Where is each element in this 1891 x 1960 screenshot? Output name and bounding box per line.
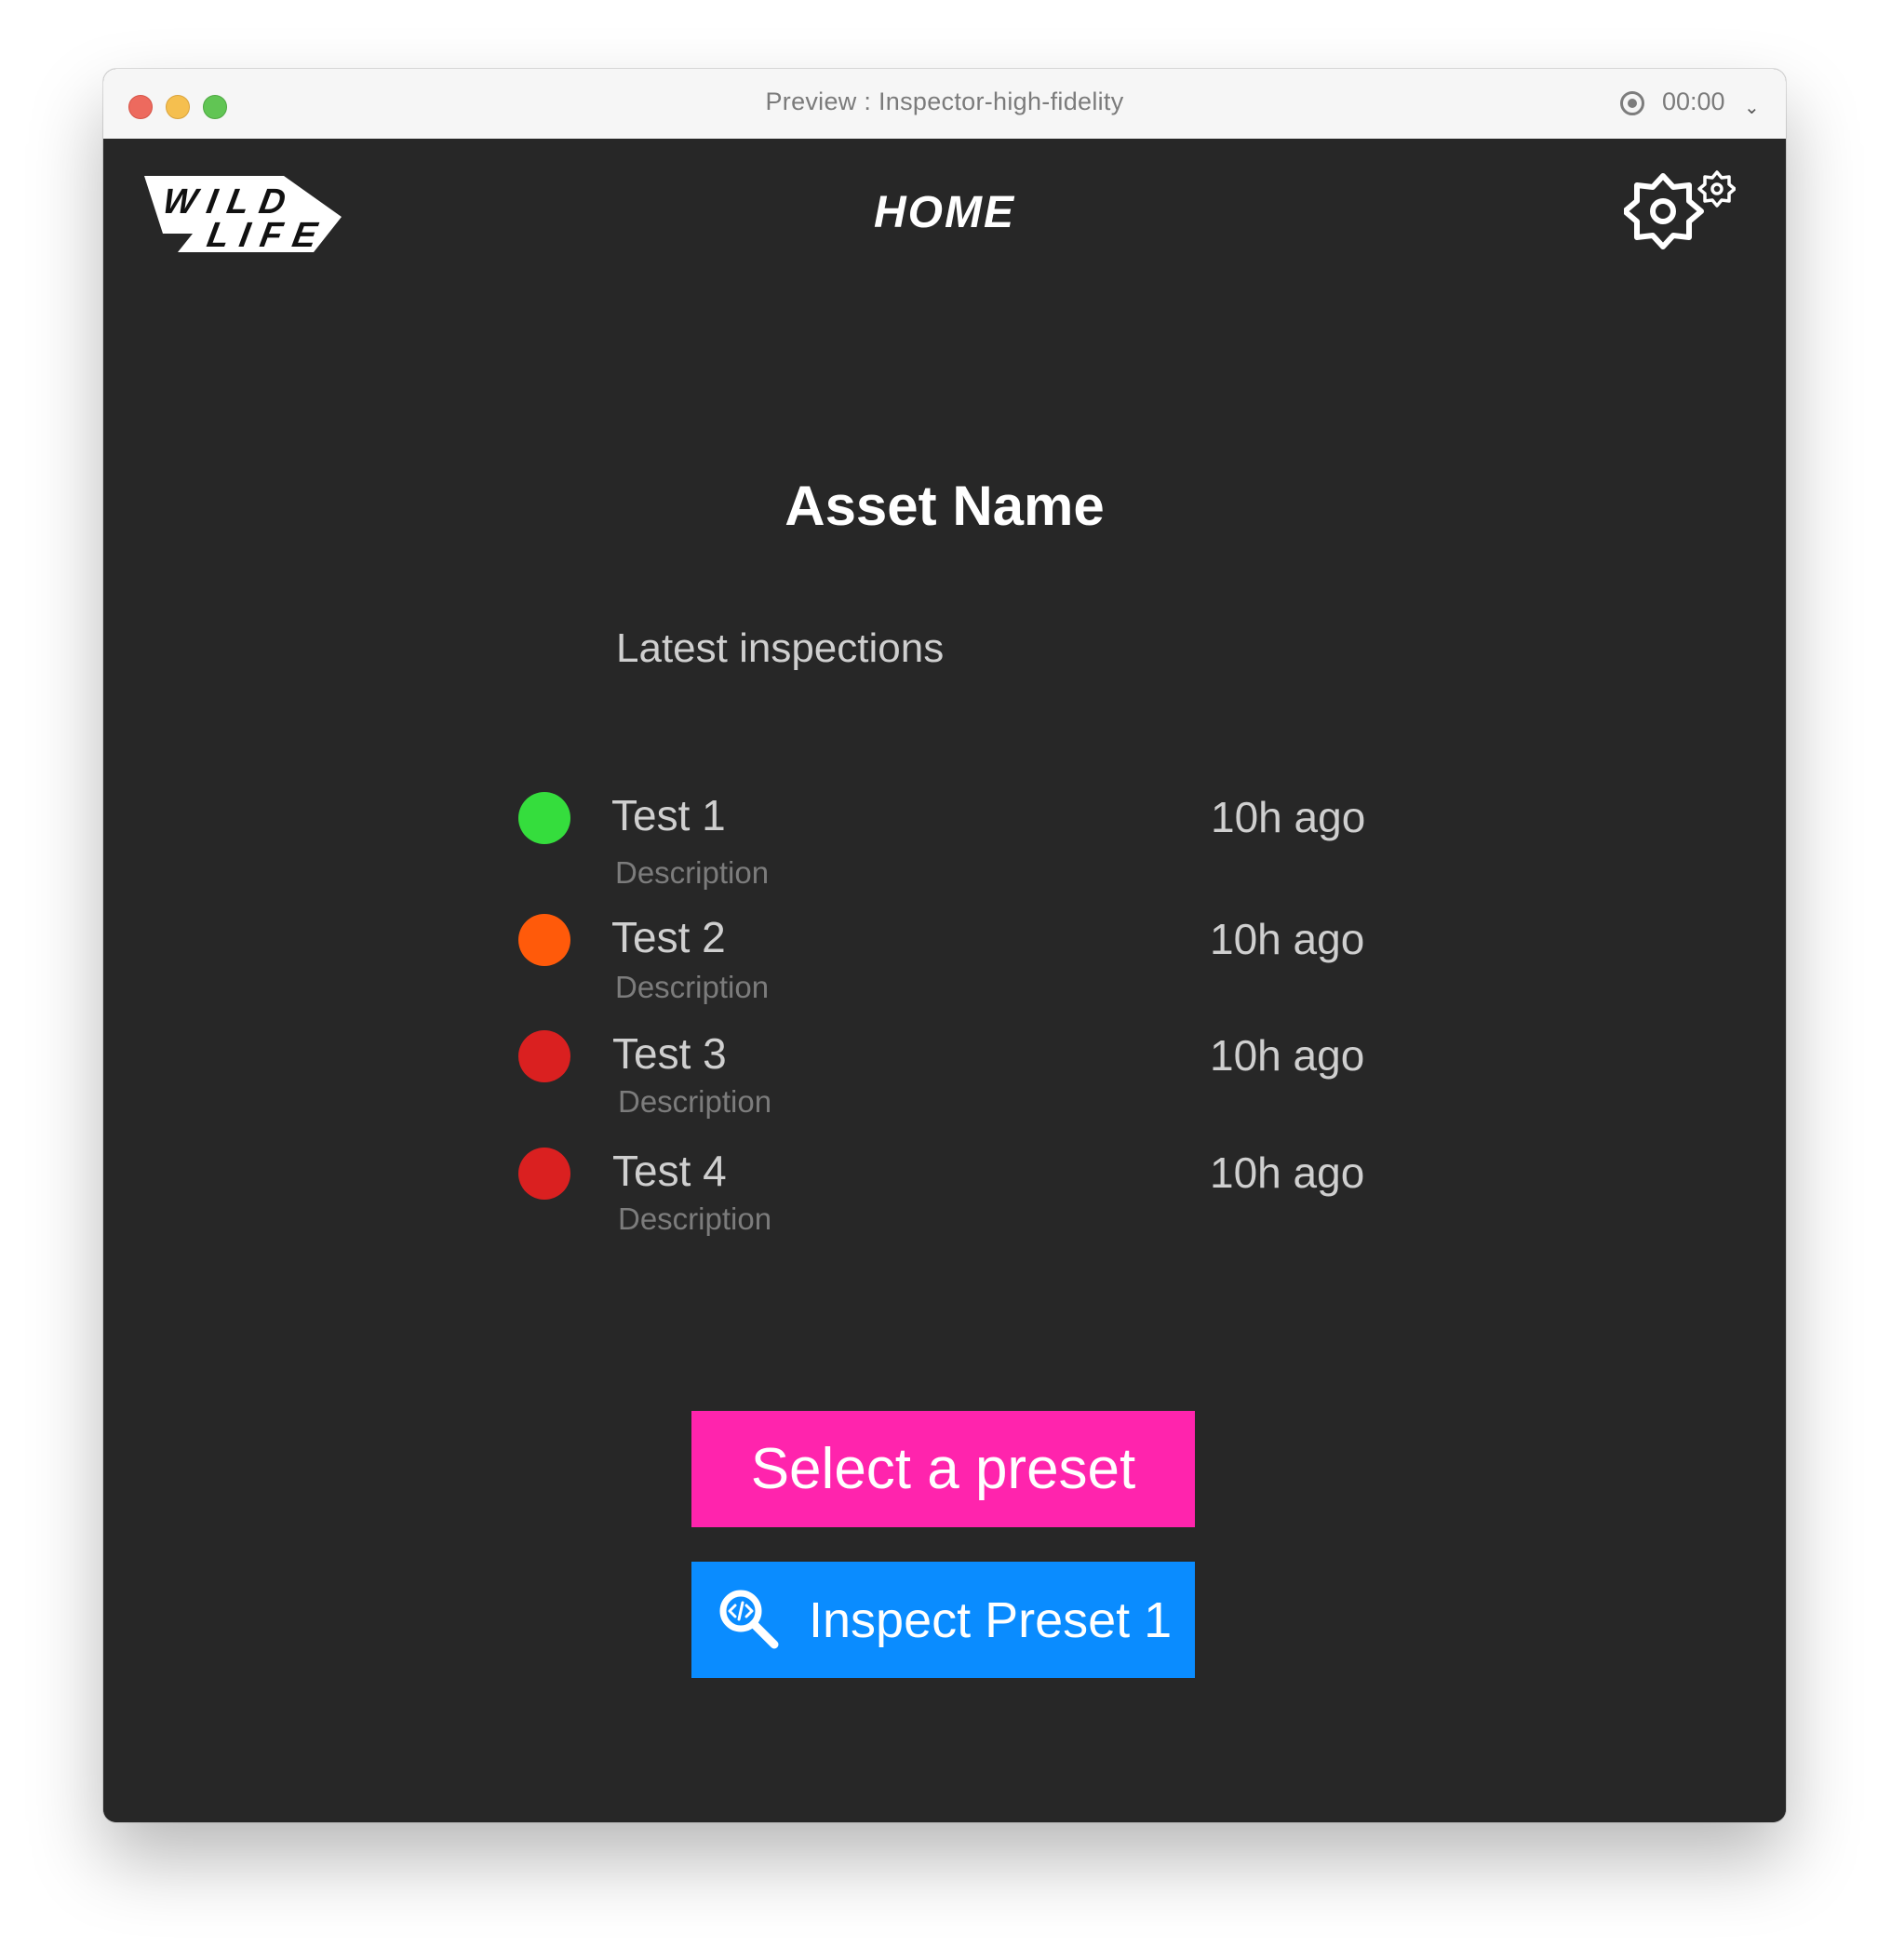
status-indicator (518, 792, 570, 844)
chevron-down-icon[interactable]: ⌄ (1744, 96, 1760, 119)
app-content: WILD LIFE HOME Asset Name Latest inspect… (103, 139, 1786, 1822)
inspect-preset-label: Inspect Preset 1 (809, 1592, 1173, 1648)
inspect-preset-button[interactable]: Inspect Preset 1 (691, 1562, 1195, 1678)
inspection-name: Test 2 (611, 913, 726, 961)
app-window: Preview : Inspector-high-fidelity 00:00 … (103, 69, 1786, 1822)
page-title: HOME (874, 188, 1015, 237)
status-indicator (518, 914, 570, 966)
inspection-name: Test 4 (612, 1147, 727, 1195)
window-titlebar: Preview : Inspector-high-fidelity 00:00 … (103, 69, 1786, 140)
inspection-name: Test 3 (612, 1029, 727, 1078)
inspection-row[interactable]: Test 1 Description 10h ago (518, 791, 1449, 904)
inspection-time: 10h ago (1210, 1148, 1365, 1197)
record-icon[interactable] (1620, 91, 1644, 115)
timer-readout[interactable]: 00:00 (1662, 87, 1725, 116)
inspection-time: 10h ago (1210, 915, 1365, 963)
status-indicator (518, 1148, 570, 1200)
inspection-row[interactable]: Test 4 Description 10h ago (518, 1147, 1449, 1259)
select-preset-button[interactable]: Select a preset (691, 1411, 1195, 1527)
inspection-time: 10h ago (1211, 793, 1366, 841)
gear-icon[interactable] (1624, 170, 1736, 254)
window-title: Preview : Inspector-high-fidelity (765, 87, 1124, 115)
status-indicator (518, 1030, 570, 1082)
inspection-description: Description (618, 1202, 772, 1236)
inspection-description: Description (618, 1084, 772, 1119)
inspection-row[interactable]: Test 2 Description 10h ago (518, 913, 1449, 1026)
inspection-description: Description (615, 855, 770, 890)
inspection-time: 10h ago (1210, 1031, 1365, 1080)
asset-name-heading: Asset Name (785, 475, 1105, 537)
search-code-icon (719, 1590, 779, 1649)
inspection-description: Description (615, 970, 770, 1004)
inspection-name: Test 1 (611, 791, 726, 839)
inspection-row[interactable]: Test 3 Description 10h ago (518, 1029, 1449, 1142)
latest-inspections-heading: Latest inspections (616, 625, 945, 671)
